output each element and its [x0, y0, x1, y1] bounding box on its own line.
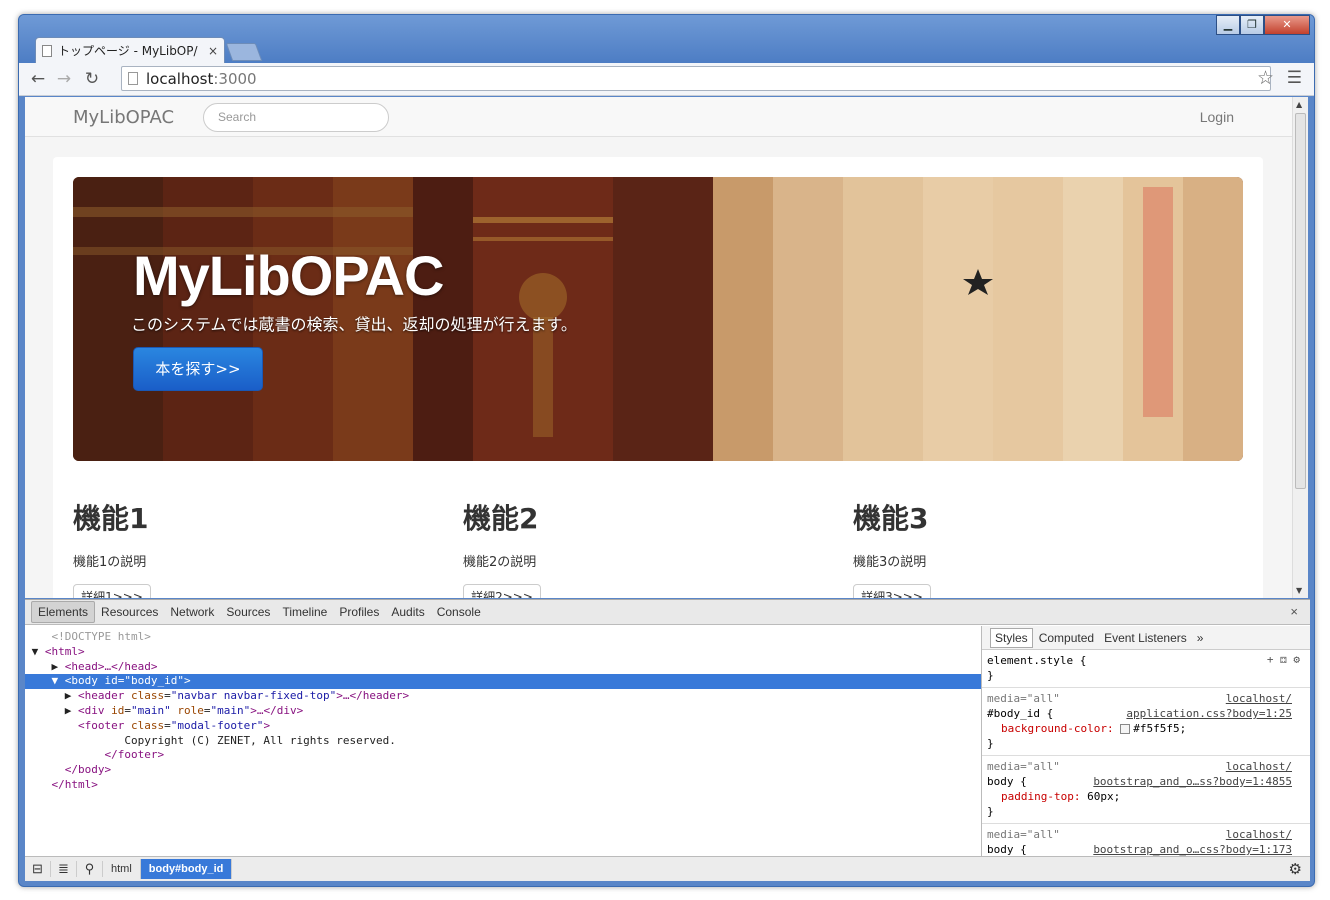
style-rule[interactable]: media="all" localhost/ body {bootstrap_an…	[982, 824, 1310, 856]
dom-node[interactable]: <!DOCTYPE html>	[25, 630, 981, 645]
breadcrumb-html[interactable]: html	[103, 859, 141, 879]
search-input[interactable]: Search	[203, 103, 389, 132]
breadcrumb-body[interactable]: body#body_id	[140, 859, 233, 879]
style-selector: element.style {	[987, 654, 1087, 667]
url-host: localhost	[146, 69, 214, 88]
content-panel: MyLibOPAC このシステムでは蔵書の検索、貸出、返却の処理が行えます。 本…	[53, 157, 1263, 598]
tab-console[interactable]: Console	[431, 602, 487, 622]
style-source-link[interactable]: bootstrap_and_o…ss?body=1:4855	[1093, 774, 1292, 789]
settings-gear-icon[interactable]: ⚙	[1289, 860, 1302, 878]
feature-2: 機能2 機能2の説明 詳細2>>>	[463, 497, 853, 598]
dom-node[interactable]: ▶ <head>…</head>	[25, 660, 981, 675]
tab-close-icon[interactable]: ×	[208, 44, 218, 58]
tab-title: トップページ - MyLibOP/	[58, 44, 198, 58]
tab-elements[interactable]: Elements	[31, 601, 96, 623]
dom-text-node[interactable]: Copyright (C) ZENET, All rights reserved…	[25, 734, 981, 749]
url-port: :3000	[213, 69, 257, 88]
style-close: }	[987, 669, 994, 682]
inspect-search-icon[interactable]: ⚲	[77, 861, 103, 877]
scroll-up-icon[interactable]: ▲	[1296, 100, 1302, 109]
tab-audits[interactable]: Audits	[385, 602, 430, 622]
tab-event-listeners[interactable]: Event Listeners	[1100, 629, 1191, 647]
title-bar: ▁ ❐ ✕ トップページ - MyLibOP/ ×	[19, 15, 1314, 63]
hero-banner: MyLibOPAC このシステムでは蔵書の検索、貸出、返却の処理が行えます。 本…	[73, 177, 1243, 461]
browser-toolbar: ← → ↻ localhost:3000 ☆ ☰	[19, 63, 1314, 96]
dom-node[interactable]: </body>	[25, 763, 981, 778]
tab-computed[interactable]: Computed	[1035, 629, 1098, 647]
style-source-link[interactable]: bootstrap_and_o…css?body=1:173	[1093, 842, 1292, 856]
maximize-button[interactable]: ❐	[1240, 15, 1264, 35]
site-navbar: MyLibOPAC Search Login	[25, 97, 1294, 137]
dock-icon[interactable]: ⊟	[25, 861, 51, 877]
browser-window: ▁ ❐ ✕ トップページ - MyLibOP/ × ← → ↻ localhos…	[18, 14, 1315, 887]
page-viewport: MyLibOPAC Search Login MyLibOPAC このシステムで…	[25, 97, 1294, 598]
scrollbar-thumb[interactable]	[1295, 113, 1306, 489]
features-row: 機能1 機能1の説明 詳細1>>> 機能2 機能2の説明 詳細2>>> 機能3 …	[73, 497, 1243, 598]
tab-network[interactable]: Network	[164, 602, 220, 622]
address-bar[interactable]: localhost:3000	[121, 66, 1271, 91]
styles-pane: Styles Computed Event Listeners » elemen…	[981, 626, 1310, 856]
devtools-close-icon[interactable]: ×	[1290, 604, 1298, 619]
style-source-host[interactable]: localhost/	[1226, 759, 1292, 774]
hero-subtitle: このシステムでは蔵書の検索、貸出、返却の処理が行えます。	[131, 315, 577, 334]
feature-2-details-button[interactable]: 詳細2>>>	[463, 584, 541, 598]
hero-title: MyLibOPAC	[133, 244, 444, 307]
devtools-statusbar: ⊟ ≣ ⚲ html body#body_id ⚙	[25, 856, 1310, 881]
site-brand-link[interactable]: MyLibOPAC	[73, 107, 174, 128]
style-rule[interactable]: media="all" localhost/ #body_id {applicat…	[982, 688, 1310, 756]
feature-title: 機能1	[73, 502, 149, 535]
elements-tree: <!DOCTYPE html> ▼ <html> ▶ <head>…</head…	[25, 626, 981, 856]
feature-title: 機能3	[853, 502, 929, 535]
tab-sources[interactable]: Sources	[220, 602, 276, 622]
dom-node[interactable]: <footer class="modal-footer">	[25, 719, 981, 734]
reload-icon[interactable]: ↻	[81, 68, 103, 90]
dom-node[interactable]: ▶ <header class="navbar navbar-fixed-top…	[25, 689, 981, 704]
window-controls: ▁ ❐ ✕	[1216, 15, 1310, 35]
bookmark-star-icon[interactable]: ☆	[1257, 67, 1274, 89]
login-link[interactable]: Login	[1200, 109, 1234, 125]
feature-3-details-button[interactable]: 詳細3>>>	[853, 584, 931, 598]
dom-node[interactable]: ▼ <html>	[25, 645, 981, 660]
feature-description: 機能2の説明	[463, 555, 537, 570]
feature-3: 機能3 機能3の説明 詳細3>>>	[853, 497, 1243, 598]
feature-title: 機能2	[463, 502, 539, 535]
style-rule[interactable]: media="all" localhost/ body {bootstrap_an…	[982, 756, 1310, 824]
style-source-host[interactable]: localhost/	[1226, 691, 1292, 706]
devtools-panel: Elements Resources Network Sources Timel…	[25, 599, 1310, 881]
close-window-button[interactable]: ✕	[1264, 15, 1310, 35]
tab-styles[interactable]: Styles	[990, 627, 1033, 648]
style-source-host[interactable]: localhost/	[1226, 827, 1292, 842]
page-icon	[128, 72, 138, 85]
style-rule[interactable]: element.style { } + ⚃ ⚙	[982, 650, 1310, 688]
browser-tab[interactable]: トップページ - MyLibOP/ ×	[35, 37, 225, 63]
tab-timeline[interactable]: Timeline	[276, 602, 333, 622]
feature-description: 機能3の説明	[853, 555, 927, 570]
menu-icon[interactable]: ☰	[1287, 68, 1302, 88]
page-favicon-icon	[42, 44, 52, 57]
forward-arrow-icon[interactable]: →	[53, 68, 75, 90]
more-tabs-icon[interactable]: »	[1193, 629, 1208, 647]
styles-tabs: Styles Computed Event Listeners »	[982, 626, 1310, 650]
feature-1-details-button[interactable]: 詳細1>>>	[73, 584, 151, 598]
dom-node-selected[interactable]: ▼ <body id="body_id">	[25, 674, 981, 690]
dom-node[interactable]: </footer>	[25, 748, 981, 763]
feature-description: 機能1の説明	[73, 555, 147, 570]
devtools-tabs: Elements Resources Network Sources Timel…	[25, 600, 1310, 625]
scroll-down-icon[interactable]: ▼	[1296, 586, 1302, 595]
feature-1: 機能1 機能1の説明 詳細1>>>	[73, 497, 463, 598]
minimize-button[interactable]: ▁	[1216, 15, 1240, 35]
tab-resources[interactable]: Resources	[95, 602, 164, 622]
style-source-link[interactable]: application.css?body=1:25	[1126, 706, 1292, 721]
new-tab-button[interactable]	[225, 43, 263, 61]
find-books-button[interactable]: 本を探す>>	[133, 347, 263, 391]
color-swatch[interactable]	[1120, 724, 1131, 734]
dom-node[interactable]: </html>	[25, 778, 981, 793]
tab-profiles[interactable]: Profiles	[333, 602, 385, 622]
back-arrow-icon[interactable]: ←	[27, 68, 49, 90]
console-drawer-icon[interactable]: ≣	[51, 861, 77, 877]
page-scrollbar[interactable]: ▲ ▼	[1292, 97, 1308, 598]
add-style-icon[interactable]: + ⚃ ⚙	[1267, 652, 1300, 667]
dom-node[interactable]: ▶ <div id="main" role="main">…</div>	[25, 704, 981, 719]
